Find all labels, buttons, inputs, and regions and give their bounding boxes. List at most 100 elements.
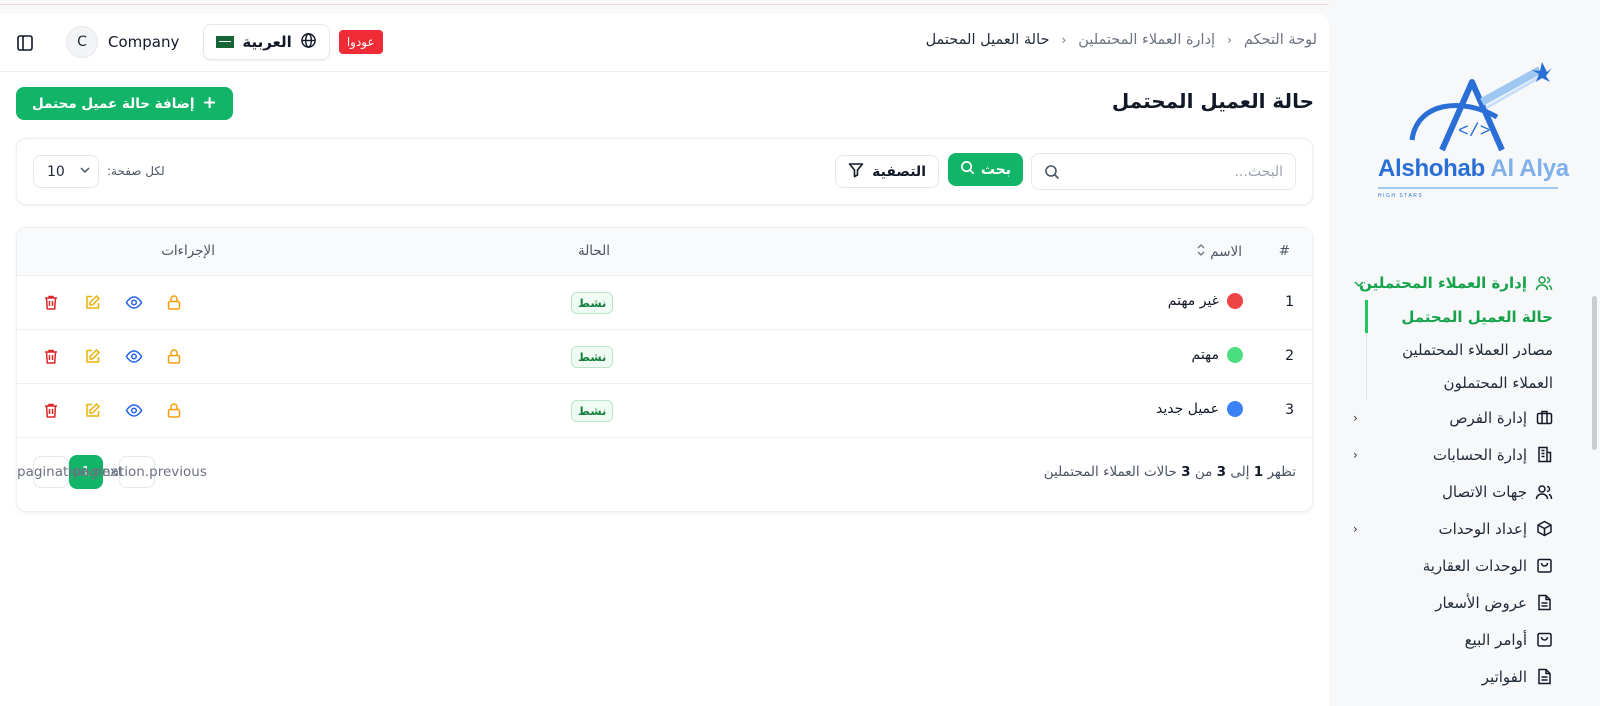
logo-text: Alshohab Al Alya [1378,155,1569,183]
sidebar-subitem-lead-sources[interactable]: مصادر العملاء المحتملين [1329,333,1600,366]
contacts-icon [1535,483,1553,501]
delete-icon[interactable] [43,348,61,366]
document-icon [1535,594,1553,612]
sidebar-item-quotations[interactable]: عروض الأسعار [1329,584,1600,621]
sidebar-item-real-estate-units[interactable]: الوحدات العقارية [1329,547,1600,584]
delete-icon[interactable] [43,294,61,312]
add-lead-status-button[interactable]: + إضافة حالة عميل محتمل [16,87,233,120]
per-page-select[interactable]: 10 [33,155,99,188]
breadcrumb-leads-management[interactable]: إدارة العملاء المحتملين [1078,32,1215,48]
svg-text:</>: </> [1458,122,1490,142]
row-name-label: غير مهتم [1167,293,1219,309]
header-actions: C Company العربية عودوا [16,24,383,60]
status-badge: نشط [571,400,614,422]
status-color-dot [1227,347,1243,363]
company-name[interactable]: Company [108,33,179,51]
document-icon [1535,668,1553,686]
logo-word-1: Alshohab [1378,155,1485,182]
row-actions [43,294,184,312]
sidebar-item-label: إدارة الحسابات [1432,445,1527,464]
building-icon [1535,446,1553,464]
plus-icon: + [202,93,217,113]
per-page-label: لكل صفحة: [107,164,165,178]
logo-word-2: Al Alya [1490,155,1569,182]
filter-button[interactable]: التصفية [835,155,939,188]
sidebar-subitem-lead-status[interactable]: حالة العميل المحتمل [1329,300,1600,333]
edit-icon[interactable] [84,294,102,312]
view-icon[interactable] [125,294,143,312]
sidebar-toggle-icon[interactable] [16,34,38,56]
delete-icon[interactable] [43,402,61,420]
sidebar: </> Alshohab Al Alya HIGH STARS إدارة ال… [1329,0,1600,706]
sidebar-item-opportunities[interactable]: إدارة الفرص ‹ [1329,399,1600,436]
breadcrumb-dashboard[interactable]: لوحة التحكم [1244,32,1317,48]
row-actions [43,402,184,420]
search-placeholder: البحث... [1234,163,1283,180]
logo-underline [1378,187,1558,189]
language-switcher-button[interactable]: العربية [203,24,330,60]
view-icon[interactable] [125,348,143,366]
row-number: 1 [1285,294,1294,310]
table-row: 3 عميل جديد نشط [17,384,1312,438]
sidebar-item-accounts[interactable]: إدارة الحسابات ‹ [1329,436,1600,473]
chevron-left-icon: ‹ [1353,522,1358,536]
sidebar-item-leads-management[interactable]: إدارة العملاء المحتملين [1329,266,1600,300]
chevron-left-icon: ‹ [1227,33,1232,47]
sidebar-item-label: أوامر البيع [1464,630,1527,649]
lock-icon[interactable] [166,348,184,366]
row-name-label: مهتم [1191,347,1220,363]
table-row: 1 غير مهتم نشط [17,276,1312,330]
sidebar-item-units-setup[interactable]: إعداد الوحدات ‹ [1329,510,1600,547]
chevron-down-icon [79,164,91,180]
sidebar-item-invoices[interactable]: الفواتير [1329,658,1600,695]
row-name: غير مهتم [1168,293,1243,309]
summary-from: 1 [1253,464,1264,480]
status-badge: نشط [571,346,614,368]
chevron-left-icon: ‹ [1061,33,1067,47]
status-badge: نشط [571,292,614,314]
chevron-left-icon: ‹ [1353,448,1358,462]
top-header: لوحة التحكم ‹ إدارة العملاء المحتملين ‹ … [0,14,1329,72]
row-name-label: عميل جديد [1156,401,1219,417]
avatar[interactable]: C [66,26,98,58]
search-icon [1044,164,1060,184]
view-icon[interactable] [125,402,143,420]
logo-mark-icon: </> [1409,62,1552,152]
filter-button-label: التصفية [872,163,926,180]
edit-icon[interactable] [84,402,102,420]
pagination-previous-label[interactable]: pagination.previous [73,464,207,480]
chevron-down-icon [1353,278,1365,293]
status-color-dot [1227,401,1243,417]
notification-badge[interactable]: عودوا [338,30,383,54]
sidebar-item-contacts[interactable]: جهات الاتصال [1329,473,1600,510]
sidebar-item-label: عروض الأسعار [1435,593,1527,612]
sidebar-item-label: إدارة العملاء المحتملين [1359,274,1527,292]
per-page-value: 10 [47,163,65,180]
submenu-active-indicator [1365,300,1368,333]
column-header-actions: الإجراءات [161,243,215,259]
table-row: 2 مهتم نشط [17,330,1312,384]
row-number: 2 [1285,348,1294,364]
row-actions [43,348,184,366]
sidebar-item-label: الوحدات العقارية [1422,556,1527,575]
chevron-left-icon: ‹ [1353,411,1358,425]
summary-prefix: تظهر [1267,464,1296,480]
search-button[interactable]: بحث [947,153,1023,186]
bag-icon [1535,557,1553,575]
filter-icon [848,162,864,182]
name-header-label: الاسم [1210,244,1242,260]
pagination-summary: تظهر 1 إلى 3 من 3 حالات العملاء المحتملي… [1044,464,1296,480]
sidebar-subitem-leads[interactable]: العملاء المحتملون [1329,366,1600,399]
column-header-name[interactable]: الاسم [1196,243,1242,261]
search-button-label: بحث [980,161,1011,178]
row-name: مهتم [1191,347,1243,363]
edit-icon[interactable] [84,348,102,366]
lock-icon[interactable] [166,402,184,420]
sidebar-item-sales-orders[interactable]: أوامر البيع [1329,621,1600,658]
summary-to: 3 [1216,464,1227,480]
search-input[interactable]: البحث... [1031,153,1296,190]
lock-icon[interactable] [166,294,184,312]
data-table: # الاسم الحالة الإجراءات 1 غير مهتم نشط [16,227,1313,512]
search-icon [960,160,975,179]
company-logo: </> Alshohab Al Alya HIGH STARS [1372,62,1569,212]
